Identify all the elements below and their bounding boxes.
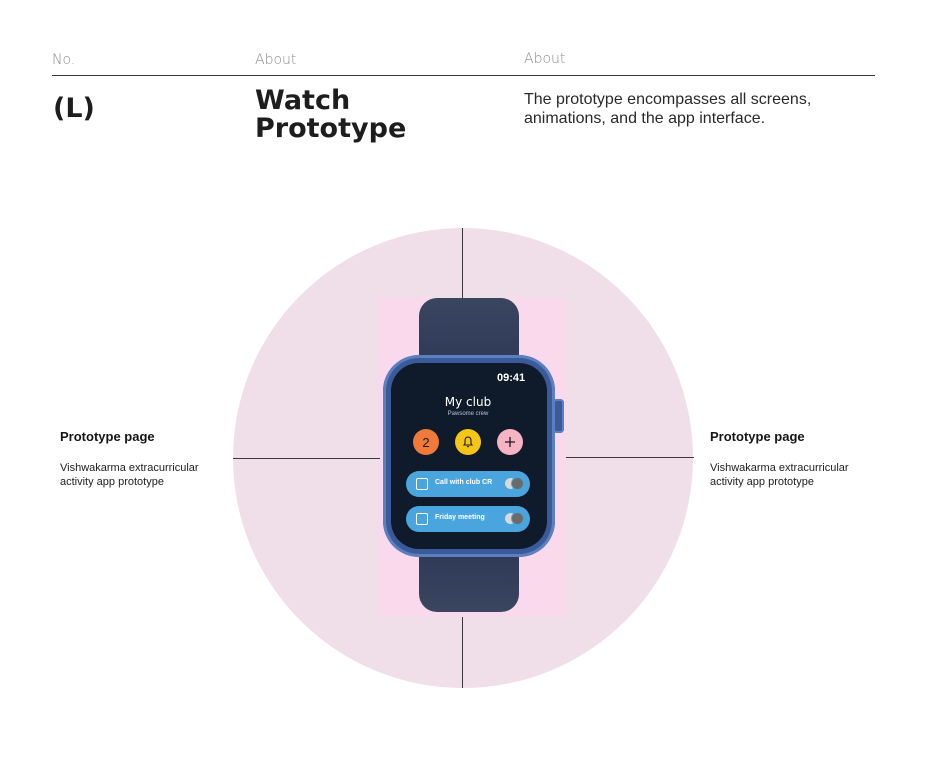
horizontal-line-right	[566, 457, 694, 458]
page-title: Watch Prototype	[255, 87, 455, 143]
horizontal-line-left	[233, 458, 380, 459]
project-code: (L)	[53, 93, 95, 124]
task-1-label: Call with club CR	[435, 479, 493, 486]
vertical-line-bottom	[462, 617, 463, 688]
task-2-avatars	[504, 512, 524, 526]
left-note-text: Vishwakarma extracurricular activity app…	[60, 462, 199, 488]
task-1-avatars	[504, 477, 524, 491]
task-2-label: Friday meeting	[435, 514, 485, 521]
project-description: The prototype encompasses all screens, a…	[524, 91, 812, 127]
add-button[interactable]	[497, 429, 523, 455]
plus-icon	[505, 437, 515, 447]
avatar	[511, 512, 524, 525]
club-title: My club	[444, 395, 492, 409]
right-note-text: Vishwakarma extracurricular activity app…	[710, 462, 849, 488]
column-header-about-2: About	[524, 51, 566, 67]
column-header-no: No.	[52, 52, 76, 68]
task-item-1[interactable]: Call with club CR	[406, 471, 530, 497]
bell-icon	[462, 436, 474, 448]
task-item-2[interactable]: Friday meeting	[406, 506, 530, 532]
club-subtitle: Pawsome crew	[447, 411, 489, 417]
watch-band-bottom	[419, 550, 519, 612]
vertical-line-top	[462, 228, 463, 298]
page-title-line-1: Watch	[255, 85, 351, 116]
count-badge-button[interactable]: 2	[413, 429, 439, 455]
left-note-title: Prototype page	[60, 429, 155, 444]
right-note-title: Prototype page	[710, 429, 805, 444]
watch-time: 09:41	[497, 372, 526, 384]
task-1-checkbox[interactable]	[416, 478, 428, 490]
notifications-button[interactable]	[455, 429, 481, 455]
column-header-about: About	[255, 52, 297, 68]
avatar	[511, 477, 524, 490]
task-2-checkbox[interactable]	[416, 513, 428, 525]
page-title-line-2: Prototype	[255, 113, 407, 144]
header-divider	[52, 75, 875, 76]
